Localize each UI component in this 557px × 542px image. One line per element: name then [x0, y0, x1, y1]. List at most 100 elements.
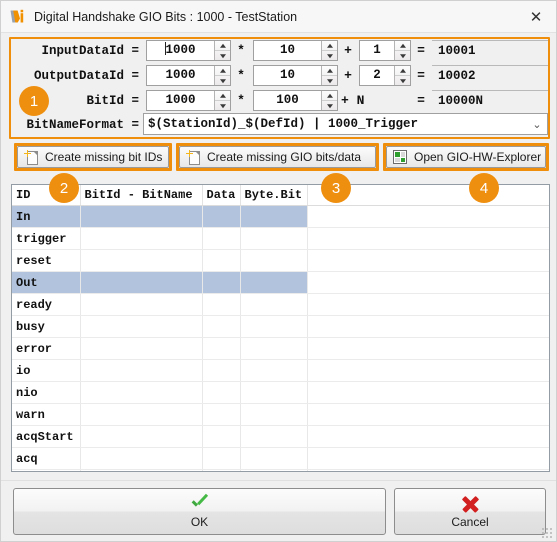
cell-bitid-bitname[interactable] — [80, 359, 203, 382]
table-row[interactable]: ready — [12, 293, 549, 316]
cell-id[interactable]: Out — [12, 271, 81, 294]
cell-id[interactable]: ready — [12, 293, 81, 316]
cell-id[interactable]: reset — [12, 249, 81, 272]
cell-id[interactable]: acq — [12, 447, 81, 470]
cell-bitid-bitname[interactable] — [80, 271, 203, 294]
cell-filler — [307, 447, 549, 470]
table-row[interactable]: warn — [12, 403, 549, 426]
cell-bytebit[interactable] — [240, 381, 308, 404]
cell-bitid-bitname[interactable] — [80, 469, 203, 471]
cell-data[interactable] — [202, 381, 241, 404]
cell-data[interactable] — [202, 227, 241, 250]
table-row[interactable]: nio — [12, 381, 549, 404]
inputdataid-base-spinner[interactable]: 1000 — [146, 40, 231, 61]
cell-filler — [307, 359, 549, 382]
resize-grip[interactable] — [541, 527, 553, 539]
spinner-buttons[interactable] — [214, 91, 230, 110]
cell-id[interactable]: io — [12, 359, 81, 382]
table-row[interactable]: error — [12, 337, 549, 360]
outputdataid-base-spinner[interactable]: 1000 — [146, 65, 231, 86]
cell-bitid-bitname[interactable] — [80, 337, 203, 360]
cell-data[interactable] — [202, 447, 241, 470]
cell-data[interactable] — [202, 469, 241, 471]
cell-bitid-bitname[interactable] — [80, 315, 203, 338]
spinner-buttons[interactable] — [321, 91, 337, 110]
cell-data[interactable] — [202, 271, 241, 294]
cell-data[interactable] — [202, 315, 241, 338]
cell-id[interactable]: warn — [12, 403, 81, 426]
cell-id[interactable]: busy — [12, 315, 81, 338]
cell-id[interactable] — [12, 469, 81, 471]
table-row[interactable]: acqStart — [12, 425, 549, 448]
create-missing-bit-ids-button[interactable]: Create missing bit IDs — [17, 146, 169, 168]
cell-bytebit[interactable] — [240, 359, 308, 382]
cell-bytebit[interactable] — [240, 315, 308, 338]
bitid-base-spinner[interactable]: 1000 — [146, 90, 231, 111]
cell-bytebit[interactable] — [240, 337, 308, 360]
bitnameformat-combobox[interactable]: $(StationId)_$(DefId) | 1000_Trigger ⌄ — [143, 113, 548, 135]
cell-bytebit[interactable] — [240, 271, 308, 294]
bitid-factor-spinner[interactable]: 100 — [253, 90, 338, 111]
cell-bytebit[interactable] — [240, 249, 308, 272]
cancel-button[interactable]: Cancel — [394, 488, 546, 535]
spinner-buttons[interactable] — [214, 41, 230, 60]
cell-data[interactable] — [202, 403, 241, 426]
column-header-data[interactable]: Data — [202, 185, 241, 206]
table-row[interactable]: acq — [12, 447, 549, 470]
new-document-icon — [24, 149, 38, 165]
spinner-buttons[interactable] — [321, 41, 337, 60]
dialog-window: Digital Handshake GIO Bits : 1000 - Test… — [0, 0, 557, 542]
cell-data[interactable] — [202, 359, 241, 382]
cell-bytebit[interactable] — [240, 447, 308, 470]
ok-button[interactable]: OK — [13, 488, 386, 535]
table-row[interactable]: Out — [12, 271, 549, 294]
close-window-button[interactable]: ✕ — [514, 1, 556, 32]
spinner-buttons[interactable] — [394, 41, 410, 60]
open-gio-hw-explorer-button[interactable]: Open GIO-HW-Explorer — [386, 146, 546, 168]
cell-data[interactable] — [202, 205, 241, 228]
cell-bytebit[interactable] — [240, 425, 308, 448]
table-row[interactable]: trigger — [12, 227, 549, 250]
cell-bytebit[interactable] — [240, 469, 308, 471]
cell-bitid-bitname[interactable] — [80, 205, 203, 228]
chevron-down-icon[interactable]: ⌄ — [527, 118, 547, 131]
table-row[interactable]: io — [12, 359, 549, 382]
table-row[interactable]: reset — [12, 249, 549, 272]
cell-id[interactable]: In — [12, 205, 81, 228]
cell-id[interactable]: acqStart — [12, 425, 81, 448]
cell-id[interactable]: error — [12, 337, 81, 360]
table-row[interactable]: busy — [12, 315, 549, 338]
cell-bitid-bitname[interactable] — [80, 227, 203, 250]
cell-filler — [307, 469, 549, 471]
cell-bitid-bitname[interactable] — [80, 447, 203, 470]
cell-data[interactable] — [202, 337, 241, 360]
cell-bytebit[interactable] — [240, 293, 308, 316]
create-missing-gio-bits-data-button[interactable]: Create missing GIO bits/data — [179, 146, 376, 168]
cell-bytebit[interactable] — [240, 227, 308, 250]
cell-bitid-bitname[interactable] — [80, 425, 203, 448]
cell-bytebit[interactable] — [240, 205, 308, 228]
cell-id[interactable]: nio — [12, 381, 81, 404]
table-row[interactable]: In — [12, 205, 549, 228]
cell-data[interactable] — [202, 293, 241, 316]
outputdataid-offset-spinner[interactable]: 2 — [359, 65, 411, 86]
column-header-bytebit[interactable]: Byte.Bit — [240, 185, 308, 206]
cell-data[interactable] — [202, 249, 241, 272]
spinner-buttons[interactable] — [321, 66, 337, 85]
cell-bitid-bitname[interactable] — [80, 381, 203, 404]
cell-bytebit[interactable] — [240, 403, 308, 426]
inputdataid-offset-spinner[interactable]: 1 — [359, 40, 411, 61]
cell-bitid-bitname[interactable] — [80, 293, 203, 316]
spinner-buttons[interactable] — [394, 66, 410, 85]
cell-data[interactable] — [202, 425, 241, 448]
cell-bitid-bitname[interactable] — [80, 249, 203, 272]
column-header-bitid-bitname[interactable]: BitId - BitName — [80, 185, 203, 206]
cell-id[interactable]: trigger — [12, 227, 81, 250]
table-row[interactable] — [12, 469, 549, 471]
spinner-buttons[interactable] — [214, 66, 230, 85]
outputdataid-factor-spinner[interactable]: 10 — [253, 65, 338, 86]
table-body: In trigger reset Out ready busy error io nio warn… — [12, 205, 549, 471]
cell-bitid-bitname[interactable] — [80, 403, 203, 426]
inputdataid-factor-spinner[interactable]: 10 — [253, 40, 338, 61]
gio-bits-table[interactable]: ID BitId - BitName Data Byte.Bit In trigg… — [11, 184, 550, 472]
